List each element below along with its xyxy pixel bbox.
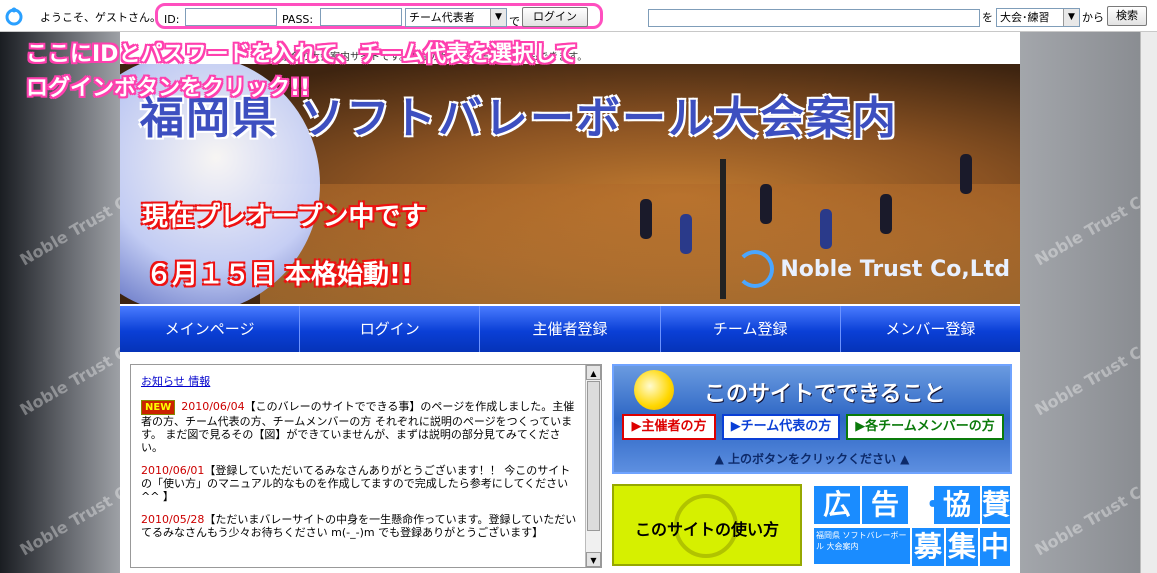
background-left bbox=[0, 32, 120, 573]
scroll-up-icon[interactable]: ▲ bbox=[586, 365, 601, 380]
search-input[interactable] bbox=[648, 9, 980, 27]
nav-member-register[interactable]: メンバー登録 bbox=[841, 306, 1020, 352]
player-figure bbox=[640, 199, 652, 239]
pass-label: PASS: bbox=[282, 13, 314, 26]
de-label: で bbox=[509, 15, 520, 28]
ad-sponsor-banner[interactable]: 広 告 ・ 協 賛 福岡県 ソフトバレーボール 大会案内 募 集 中 bbox=[812, 484, 1012, 566]
features-title: このサイトでできること bbox=[704, 382, 946, 407]
main-page: 議会の大会案内サイトです。大会の登録やチームの管理もできます。 福岡県 ソフトバレ… bbox=[120, 32, 1020, 573]
password-input[interactable] bbox=[320, 8, 402, 26]
scroll-thumb[interactable] bbox=[587, 381, 600, 531]
ad-small-text: 福岡県 ソフトバレーボール 大会案内 bbox=[814, 528, 910, 564]
news-entry: NEW 2010/06/04【このバレーのサイトでできる事】のページを作成しました… bbox=[141, 400, 579, 454]
search-scope-value: 大会･練習 bbox=[1000, 11, 1050, 24]
team-rep-button[interactable]: ▶チーム代表の方 bbox=[722, 414, 840, 440]
nav-main-page[interactable]: メインページ bbox=[120, 306, 301, 352]
news-date: 2010/06/04 bbox=[181, 400, 245, 413]
news-heading-link[interactable]: お知らせ 情報 bbox=[141, 375, 579, 388]
login-button[interactable]: ログイン bbox=[522, 7, 588, 27]
dropdown-arrow-icon: ▼ bbox=[490, 9, 506, 26]
player-figure bbox=[880, 194, 892, 234]
how-to-use-banner[interactable]: このサイトの使い方 bbox=[612, 484, 802, 566]
instruction-line-1: ここにIDとパスワードを入れて、チーム代表を選択して bbox=[26, 42, 578, 67]
role-select-value: チーム代表者 bbox=[409, 11, 475, 24]
member-button[interactable]: ▶各チームメンバーの方 bbox=[846, 414, 1004, 440]
ad-char: 中 bbox=[980, 528, 1010, 566]
scroll-down-icon[interactable]: ▼ bbox=[586, 552, 601, 567]
site-logo-icon bbox=[5, 7, 23, 26]
preopen-text: 現在プレオープン中です bbox=[142, 202, 427, 232]
new-badge: NEW bbox=[141, 400, 176, 415]
organizer-button[interactable]: ▶主催者の方 bbox=[622, 414, 716, 440]
ad-char: 広 bbox=[814, 486, 860, 524]
player-figure bbox=[680, 214, 692, 254]
news-text: 【登録していただいてるみなさんありがとうございます！！ 今このサイトの「使い方」… bbox=[141, 464, 571, 503]
dropdown-arrow-icon: ▼ bbox=[1063, 9, 1079, 26]
news-entry: 2010/05/28【ただいまバレーサイトの中身を一生懸命作っています。登録して… bbox=[141, 513, 579, 539]
main-nav: メインページ ログイン 主催者登録 チーム登録 メンバー登録 bbox=[120, 306, 1020, 352]
news-box: お知らせ 情報 NEW 2010/06/04【このバレーのサイトでできる事】のペー… bbox=[130, 364, 602, 568]
lightbulb-icon bbox=[634, 370, 674, 410]
role-select[interactable]: チーム代表者 ▼ bbox=[405, 8, 507, 27]
id-label: ID: bbox=[164, 13, 180, 26]
login-form: ID: PASS: チーム代表者 ▼ で ログイン bbox=[155, 3, 603, 29]
kara-label: から bbox=[1082, 11, 1104, 24]
player-figure bbox=[960, 154, 972, 194]
ad-char: 集 bbox=[946, 528, 978, 566]
site-features-panel: このサイトでできること ▶主催者の方 ▶チーム代表の方 ▶各チームメンバーの方 … bbox=[612, 364, 1012, 474]
ad-char: 募 bbox=[912, 528, 944, 566]
instruction-line-2: ログインボタンをクリック!! bbox=[26, 76, 311, 101]
news-date: 2010/05/28 bbox=[141, 513, 205, 526]
nav-organizer-register[interactable]: 主催者登録 bbox=[480, 306, 661, 352]
news-entry: 2010/06/01【登録していただいてるみなさんありがとうございます！！ 今こ… bbox=[141, 464, 579, 503]
welcome-text: ようこそ、ゲストさん。 bbox=[40, 11, 161, 24]
how-to-use-label: このサイトの使い方 bbox=[634, 520, 779, 539]
player-figure bbox=[820, 209, 832, 249]
page-scrollbar[interactable] bbox=[1140, 32, 1157, 573]
ad-char: 告 bbox=[862, 486, 908, 524]
search-scope-select[interactable]: 大会･練習 ▼ bbox=[996, 8, 1080, 27]
brand-logo: Noble Trust Co,Ltd bbox=[736, 250, 1010, 288]
ad-char: 協 bbox=[934, 486, 980, 524]
id-input[interactable] bbox=[185, 8, 277, 26]
news-scrollbar[interactable]: ▲ ▼ bbox=[585, 365, 601, 567]
net-post-image bbox=[720, 159, 726, 299]
brand-logo-icon bbox=[736, 250, 775, 288]
nav-team-register[interactable]: チーム登録 bbox=[661, 306, 841, 352]
news-date: 2010/06/01 bbox=[141, 464, 205, 477]
news-text: 【ただいまバレーサイトの中身を一生懸命作っています。登録していただいてるみなさん… bbox=[141, 513, 577, 539]
nav-login[interactable]: ログイン bbox=[300, 306, 481, 352]
player-figure bbox=[760, 184, 772, 224]
ad-char: 賛 bbox=[982, 486, 1010, 524]
launch-date-text: ６月１５日 本格始動!! bbox=[146, 260, 413, 290]
features-footer: ▲ 上のボタンをクリックください ▲ bbox=[714, 452, 910, 466]
top-bar: ようこそ、ゲストさん。 ID: PASS: チーム代表者 ▼ で ログイン を … bbox=[0, 0, 1157, 32]
wo-label: を bbox=[982, 11, 993, 24]
search-button[interactable]: 検索 bbox=[1107, 6, 1147, 26]
brand-name: Noble Trust Co,Ltd bbox=[780, 256, 1010, 282]
banner-title-main: ソフトバレーボール大会案内 bbox=[300, 93, 898, 144]
